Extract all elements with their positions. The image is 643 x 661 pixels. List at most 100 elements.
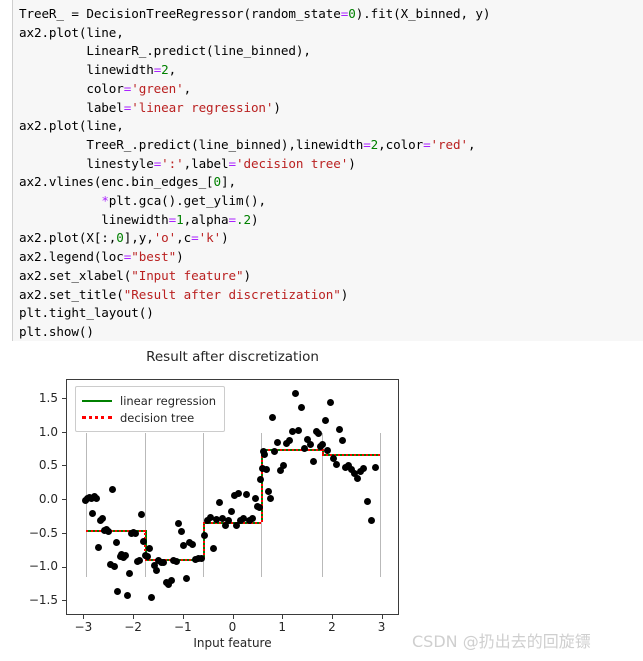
data-point [336, 426, 344, 434]
code-token: ],y, [123, 230, 154, 246]
data-point [92, 495, 100, 503]
x-axis-label: Input feature [193, 636, 272, 650]
code-token: = [423, 136, 431, 152]
data-point [201, 532, 209, 540]
code-token: ,alpha [183, 211, 229, 227]
step-segment [260, 448, 322, 451]
code-token: LinearR_.predict(line_binned), [19, 43, 311, 59]
data-point [327, 398, 335, 406]
data-point [114, 588, 122, 596]
legend-label: linear regression [120, 393, 217, 408]
code-token: = [363, 136, 371, 152]
y-tick-label: 1.5 [38, 390, 58, 405]
data-point [89, 510, 97, 517]
code-token: , [467, 136, 476, 152]
data-point [216, 498, 224, 506]
x-tick-mark [83, 615, 85, 619]
x-tick-label: 1 [278, 620, 286, 634]
data-point [109, 486, 117, 494]
data-point [160, 559, 168, 567]
x-tick-label: 0 [228, 620, 237, 634]
legend-label: decision tree [120, 410, 195, 425]
data-point [273, 438, 281, 446]
data-point [145, 545, 153, 553]
code-token: ax2.vlines(enc.bin_edges_[ [19, 174, 214, 190]
data-point [321, 417, 329, 424]
data-point [95, 544, 103, 552]
code-token: linewidth [19, 62, 154, 78]
legend-item-linear-regression: linear regression [82, 392, 216, 409]
bin-edge-line [380, 433, 382, 577]
code-token: = [228, 211, 237, 227]
data-point [131, 529, 139, 537]
plot-axes: linear regression decision tree [66, 379, 399, 615]
code-token: ], [221, 174, 236, 190]
data-point [198, 554, 206, 562]
data-point [354, 474, 362, 482]
code-token: ':' [161, 155, 184, 171]
bin-edge-line [86, 433, 88, 577]
y-tick-mark [62, 566, 66, 568]
code-token: plt.tight_layout() [19, 305, 154, 321]
code-token: "Input feature" [131, 267, 244, 283]
y-tick-label: −1.0 [28, 559, 58, 574]
code-token: 'o' [153, 230, 177, 246]
data-point [262, 465, 270, 473]
code-token: ) [221, 230, 229, 246]
y-tick-mark [62, 499, 66, 500]
code-token: 'linear regression' [131, 99, 274, 115]
y-tick-mark [62, 431, 66, 433]
code-token: ) [243, 267, 251, 283]
code-block[interactable]: TreeR_ = DecisionTreeRegressor(random_st… [13, 0, 643, 341]
code-token: label [19, 99, 124, 115]
data-point [270, 448, 278, 455]
code-token: ) [176, 249, 184, 265]
code-token: , [168, 62, 177, 78]
data-point [297, 404, 305, 412]
code-token: ) [340, 286, 349, 302]
y-tick-label: 0.5 [38, 458, 58, 473]
data-point [110, 562, 118, 570]
code-token: ax2.plot(line, [19, 118, 124, 134]
data-point [210, 545, 218, 553]
code-token: TreeR_ = DecisionTreeRegressor(random_st… [19, 6, 341, 21]
y-tick-label: 1.0 [38, 424, 58, 439]
code-token: 0 [213, 174, 222, 190]
code-token: ax2.set_xlabel( [19, 267, 132, 283]
code-token: plt.show() [19, 323, 94, 339]
y-tick-mark [62, 397, 66, 399]
code-token: 'green' [131, 80, 184, 96]
data-point [135, 556, 143, 564]
chart-title: Result after discretization [146, 349, 319, 365]
x-tick-label: 2 [328, 620, 336, 634]
data-point [125, 570, 133, 577]
code-token: linestyle [19, 155, 154, 171]
data-point [177, 528, 185, 536]
data-point [333, 460, 341, 468]
data-point [248, 514, 256, 522]
x-tick-mark [133, 615, 135, 619]
data-point [167, 576, 175, 584]
data-point [306, 440, 314, 448]
step-riser [260, 448, 263, 523]
data-point [143, 552, 151, 560]
data-point [314, 429, 322, 437]
code-token: , [183, 80, 192, 96]
data-point [235, 489, 242, 497]
code-token: ) [348, 155, 356, 171]
chart-legend[interactable]: linear regression decision tree [75, 386, 226, 432]
x-tick-label: −3 [74, 620, 93, 634]
data-point [318, 440, 326, 448]
data-point [227, 508, 235, 515]
code-token: "best" [131, 249, 177, 265]
y-tick-label: 0.0 [38, 492, 58, 507]
code-token: ).fit(X_binned, y) [355, 6, 491, 21]
data-point [285, 437, 293, 445]
code-token: 1 [176, 211, 184, 227]
code-token: ) [250, 211, 259, 227]
code-token: "Result after discretization" [123, 286, 341, 302]
x-tick-mark [331, 615, 333, 619]
data-point [124, 591, 132, 599]
data-point [268, 413, 276, 421]
